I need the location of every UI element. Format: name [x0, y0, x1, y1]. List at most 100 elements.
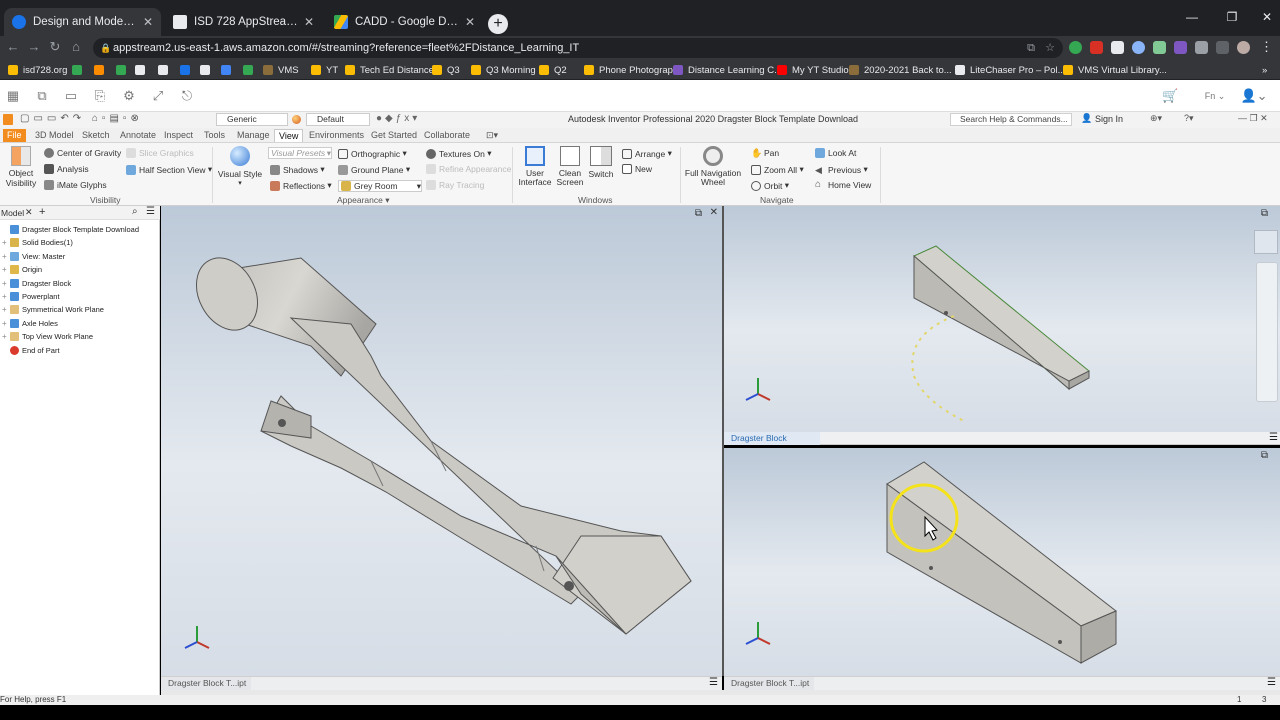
bookmark-item[interactable] [72, 63, 87, 77]
expand-icon[interactable]: + [2, 292, 8, 301]
keyboard-language-icon[interactable]: Fn ⌄ [1202, 89, 1228, 103]
new-tab-button[interactable]: + [488, 14, 508, 34]
clipboard-icon[interactable]: ⎘ [93, 89, 107, 103]
bookmark-item[interactable]: YT [311, 63, 338, 77]
home-icon[interactable]: ⌂ [67, 39, 85, 54]
sign-out-icon[interactable]: ⎋ [180, 89, 194, 103]
address-bar[interactable]: 🔒 appstream2.us-east-1.aws.amazon.com/#/… [93, 38, 1063, 58]
reload-icon[interactable]: ↻ [46, 39, 64, 55]
visual-style-button[interactable]: Visual Style ▾ [218, 146, 262, 187]
half-section-view-button[interactable]: Half Section View ▾ [126, 164, 212, 175]
tree-node[interactable]: + Top View Work Plane [2, 330, 93, 343]
user-account-icon[interactable]: 👤⌄ [1240, 89, 1268, 103]
center-of-gravity-button[interactable]: Center of Gravity [44, 148, 121, 158]
bookmark-item[interactable] [200, 63, 215, 77]
minimize-window-button[interactable]: — [1180, 10, 1204, 24]
tree-node[interactable]: + Powerplant [2, 290, 60, 303]
bookmark-item[interactable] [116, 63, 131, 77]
tree-node[interactable]: + Solid Bodies(1) [2, 236, 73, 249]
grammarly-extension-icon[interactable] [1069, 41, 1082, 54]
ground-plane-button[interactable]: Ground Plane ▾ [338, 164, 410, 175]
bookmark-item[interactable]: LiteChaser Pro – Pol... [955, 63, 1066, 77]
hamburger-menu-icon[interactable]: ☰ [709, 677, 718, 688]
user-interface-button[interactable]: User Interface [518, 146, 552, 187]
tab-annotate[interactable]: Annotate [116, 129, 160, 142]
profile-avatar[interactable] [1237, 41, 1250, 54]
bookmark-item[interactable]: My YT Studio [777, 63, 849, 77]
appearance-dropdown[interactable]: Generic [216, 113, 288, 126]
hamburger-menu-icon[interactable]: ☰ [1267, 677, 1276, 688]
tab-tools[interactable]: Tools [200, 129, 229, 142]
visual-presets-dropdown[interactable]: Visual Presets ▾ [268, 147, 332, 159]
close-tab-icon[interactable]: ✕ [304, 15, 314, 29]
object-visibility-button[interactable]: Object Visibility [4, 146, 38, 188]
tree-node[interactable]: + Symmetrical Work Plane [2, 303, 104, 316]
folder-icon[interactable]: ▭ [64, 89, 78, 103]
puzzle-extensions-icon[interactable] [1195, 41, 1208, 54]
forward-icon[interactable]: → [25, 39, 43, 54]
tree-node[interactable]: + Origin [2, 263, 42, 276]
previous-view-button[interactable]: ◀ Previous ▾ [815, 164, 868, 175]
expand-icon[interactable]: + [2, 332, 8, 341]
bookmark-item[interactable]: VMS [263, 63, 299, 77]
ribbon-options-icon[interactable]: ⊡▾ [482, 129, 502, 142]
document-tab[interactable]: Dragster Block T...ipt [161, 677, 251, 690]
window-controls-icon[interactable]: — ❐ ✕ [1238, 113, 1268, 124]
bookmark-item[interactable] [243, 63, 258, 77]
browser-tab-design-and-modeling[interactable]: Design and Modeling 6: 662 1 D... ✕ [4, 8, 161, 36]
shadows-button[interactable]: Shadows ▾ [270, 164, 325, 175]
extension-icon[interactable] [1111, 41, 1124, 54]
bookmark-item[interactable] [158, 63, 173, 77]
navigation-bar[interactable] [1256, 262, 1278, 402]
expand-icon[interactable]: + [2, 238, 8, 247]
tab-view[interactable]: View [274, 129, 304, 142]
zoom-all-button[interactable]: Zoom All ▾ [751, 164, 804, 175]
slice-graphics-button[interactable]: Slice Graphics [126, 148, 194, 158]
bookmark-item[interactable]: 2020-2021 Back to... [849, 63, 952, 77]
quick-access-tools-icons[interactable]: ●◆ƒx▾ [376, 113, 420, 124]
expand-icon[interactable]: + [2, 279, 8, 288]
bookmark-item[interactable] [135, 63, 150, 77]
reflections-button[interactable]: Reflections ▾ [270, 180, 332, 191]
pdf-extension-icon[interactable] [1090, 41, 1103, 54]
close-tab-icon[interactable]: ✕ [143, 15, 153, 29]
tab-environments[interactable]: Environments [305, 129, 368, 142]
tab-inspect[interactable]: Inspect [160, 129, 197, 142]
bookmark-item[interactable]: VMS Virtual Library... [1063, 63, 1167, 77]
new-window-button[interactable]: New [622, 164, 652, 174]
search-icon[interactable]: ⌕ [132, 206, 138, 217]
apps-grid-icon[interactable]: ▦ [6, 89, 20, 103]
bookmark-item[interactable] [94, 63, 109, 77]
document-tab[interactable]: Dragster Block T...ipt✕ [724, 432, 820, 456]
analysis-button[interactable]: Analysis [44, 164, 89, 174]
browser-tab-appstream-portal[interactable]: ISD 728 AppStream Portal ✕ [165, 8, 322, 36]
tab-collaborate[interactable]: Collaborate [420, 129, 474, 142]
arrange-button[interactable]: Arrange ▾ [622, 148, 672, 159]
tree-node[interactable]: End of Part [2, 344, 60, 357]
bottom-right-viewport[interactable]: ⧉ [724, 448, 1280, 676]
tab-get-started[interactable]: Get Started [367, 129, 421, 142]
settings-gear-icon[interactable]: ⚙ [122, 89, 136, 103]
document-tab[interactable]: Dragster Block T...ipt [724, 677, 814, 690]
bookmark-item[interactable]: Q2 [539, 63, 567, 77]
tree-node[interactable]: Dragster Block Template Download [2, 223, 139, 236]
windows-icon[interactable]: ⧉ [35, 89, 49, 103]
tab-file[interactable]: File [3, 129, 26, 142]
top-right-viewport[interactable]: ⧉ [724, 206, 1280, 432]
ray-tracing-button[interactable]: Ray Tracing [426, 180, 484, 190]
install-app-icon[interactable]: ⧉ [1027, 38, 1035, 58]
bookmark-item[interactable] [221, 63, 236, 77]
hamburger-menu-icon[interactable]: ☰ [1269, 432, 1278, 443]
tab-manage[interactable]: Manage [233, 129, 274, 142]
full-navigation-wheel-button[interactable]: Full Navigation Wheel [684, 146, 742, 187]
tab-3d-model[interactable]: 3D Model [31, 129, 78, 142]
textures-on-button[interactable]: Textures On ▾ [426, 148, 491, 159]
material-dropdown[interactable]: Default [306, 113, 370, 126]
close-panel-icon[interactable]: ✕ [25, 207, 33, 218]
back-icon[interactable]: ← [4, 39, 22, 54]
help-icon[interactable]: ?▾ [1184, 113, 1194, 124]
home-view-button[interactable]: ⌂ Home View [815, 180, 871, 191]
bookmark-item[interactable] [180, 63, 195, 77]
add-panel-icon[interactable]: + [39, 206, 45, 218]
browser-tab-google-drive[interactable]: CADD - Google Drive ✕ [326, 8, 483, 36]
